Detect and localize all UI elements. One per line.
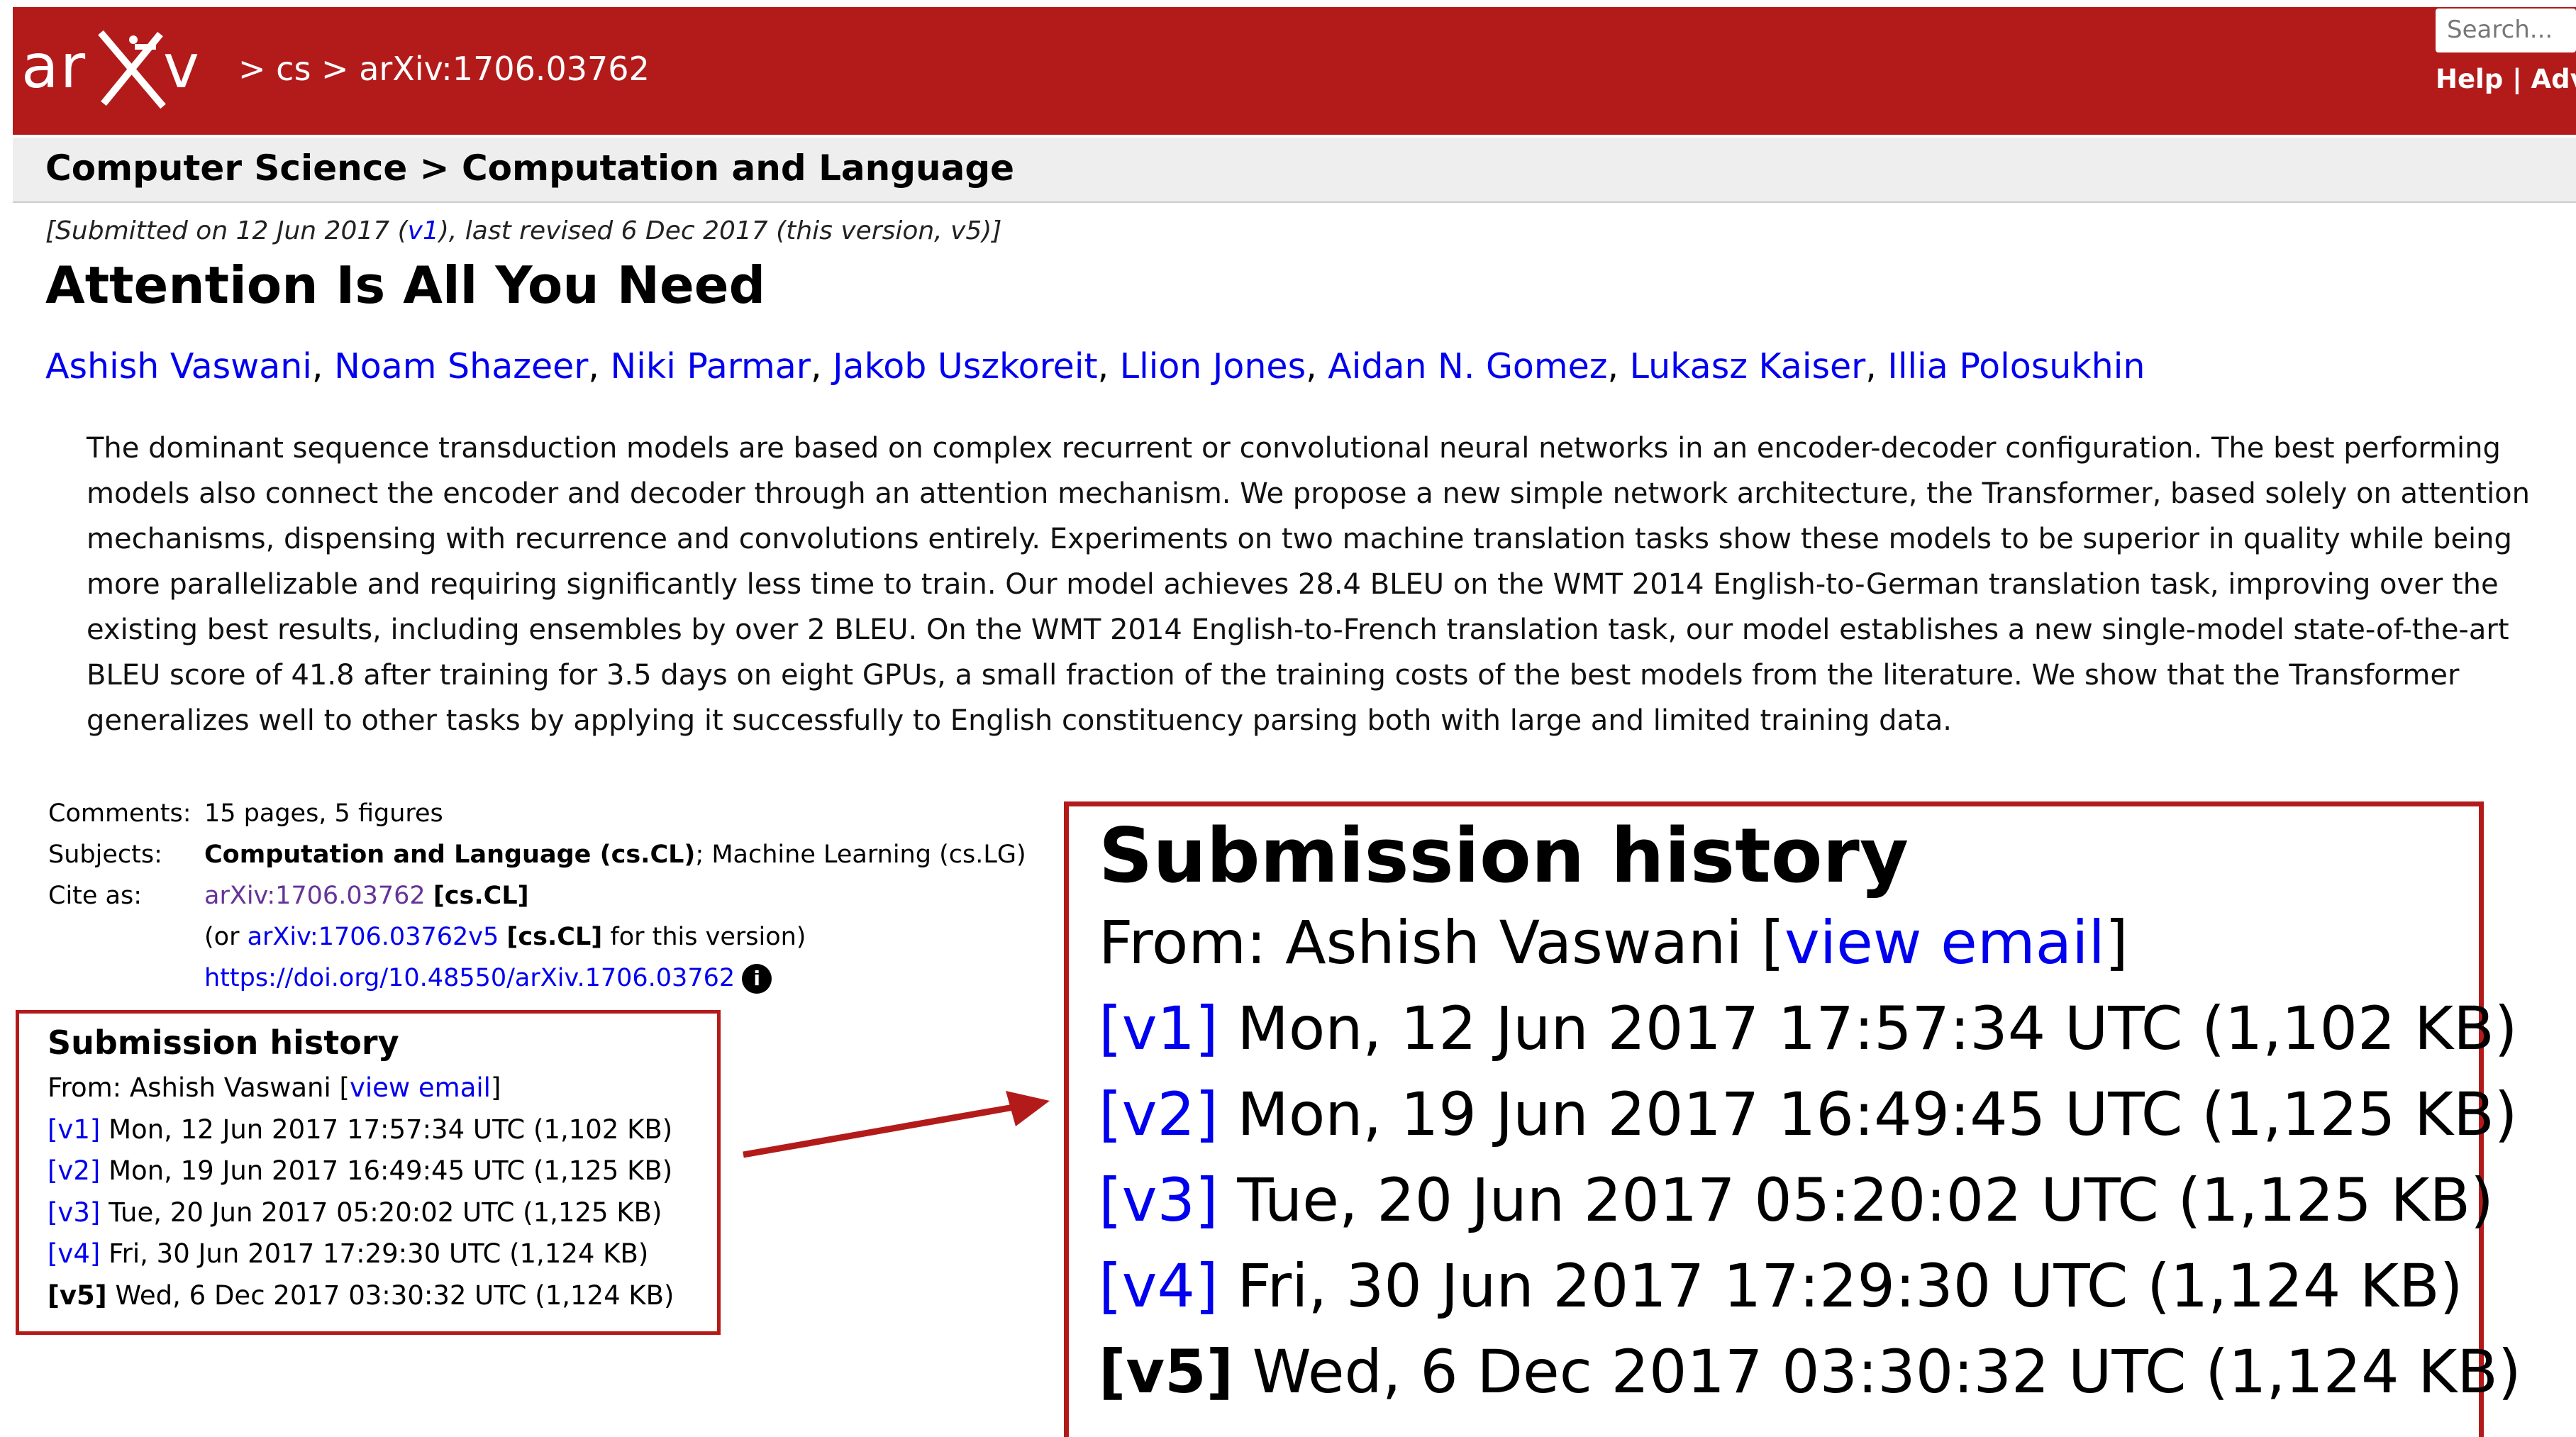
from-prefix: From: Ashish Vaswani [: [1099, 908, 1785, 977]
help-links: Help | Adva: [2436, 64, 2576, 94]
version-date: Mon, 12 Jun 2017 17:57:34 UTC (1,102 KB): [100, 1114, 673, 1145]
primary-subject: Computation and Language (cs.CL): [204, 840, 696, 869]
cite-label: Cite as:: [48, 882, 143, 910]
version-current-v5: [v5]: [1099, 1337, 1233, 1407]
cite-version-category: [cs.CL]: [506, 923, 603, 951]
doi-link[interactable]: https://doi.org/10.48550/arXiv.1706.0376…: [204, 964, 735, 992]
version-link-v4[interactable]: [v4]: [48, 1238, 100, 1269]
author-link[interactable]: Lukasz Kaiser: [1630, 346, 1866, 387]
author-separator: ,: [1306, 346, 1328, 387]
version-date: Mon, 19 Jun 2017 16:49:45 UTC (1,125 KB): [1218, 1080, 2518, 1149]
submission-history-heading: Submission history: [48, 1023, 399, 1062]
help-link[interactable]: Help: [2436, 64, 2503, 94]
header-bar: ar v > cs > arXiv:1706.03762: [13, 7, 2576, 135]
category-breadcrumb[interactable]: Computer Science > Computation and Langu…: [45, 148, 1014, 189]
author-link[interactable]: Ashish Vaswani: [45, 346, 312, 387]
submitter-line-zoom: From: Ashish Vaswani [view email]: [1099, 900, 2479, 986]
author-separator: ,: [810, 346, 833, 387]
version-row-zoom: [v1] Mon, 12 Jun 2017 17:57:34 UTC (1,10…: [1099, 986, 2518, 1072]
cite-version-link[interactable]: arXiv:1706.03762v5: [248, 923, 499, 951]
abstract: The dominant sequence transduction model…: [87, 432, 2530, 737]
version-current-v5: [v5]: [48, 1280, 107, 1311]
author-link[interactable]: Niki Parmar: [611, 346, 811, 387]
cite-or-prefix: (or: [204, 923, 248, 951]
version-link-v2[interactable]: [v2]: [1099, 1080, 1218, 1149]
cite-version-value: (or arXiv:1706.03762v5 [cs.CL] for this …: [204, 916, 806, 958]
author-separator: ,: [311, 346, 335, 387]
cite-or-suffix: for this version): [602, 923, 806, 951]
version-row-zoom: [v5] Wed, 6 Dec 2017 03:30:32 UTC (1,124…: [1099, 1329, 2521, 1415]
category-bar: Computer Science > Computation and Langu…: [13, 138, 2576, 203]
version-date: Wed, 6 Dec 2017 03:30:32 UTC (1,124 KB): [1233, 1337, 2521, 1407]
from-prefix: From: Ashish Vaswani [: [48, 1072, 350, 1103]
version-date: Fri, 30 Jun 2017 17:29:30 UTC (1,124 KB): [100, 1238, 649, 1269]
svg-text:ar: ar: [21, 31, 87, 102]
doi-value: https://doi.org/10.48550/arXiv.1706.0376…: [204, 958, 772, 999]
version-row: [v3] Tue, 20 Jun 2017 05:20:02 UTC (1,12…: [48, 1192, 717, 1234]
cite-value: arXiv:1706.03762 [cs.CL]: [204, 875, 529, 916]
version-date: Wed, 6 Dec 2017 03:30:32 UTC (1,124 KB): [106, 1280, 674, 1311]
secondary-subject: ; Machine Learning (cs.LG): [695, 840, 1026, 869]
version-row-zoom: [v2] Mon, 19 Jun 2017 16:49:45 UTC (1,12…: [1099, 1072, 2518, 1158]
author-link[interactable]: Illia Polosukhin: [1887, 346, 2145, 387]
svg-text:v: v: [163, 31, 199, 102]
version-link-v3[interactable]: [v3]: [48, 1197, 100, 1228]
author-link[interactable]: Aidan N. Gomez: [1328, 346, 1607, 387]
version-link-v3[interactable]: [v3]: [1099, 1165, 1218, 1235]
version-row-zoom: [v3] Tue, 20 Jun 2017 05:20:02 UTC (1,12…: [1099, 1158, 2494, 1243]
subjects-value: Computation and Language (cs.CL); Machin…: [204, 834, 1026, 875]
search-input[interactable]: Search...: [2436, 9, 2576, 52]
submission-history-box: Submission history From: Ashish Vaswani …: [16, 1010, 721, 1335]
version-row: [v4] Fri, 30 Jun 2017 17:29:30 UTC (1,12…: [48, 1233, 717, 1275]
view-email-link[interactable]: view email: [350, 1072, 491, 1103]
version-date: Mon, 12 Jun 2017 17:57:34 UTC (1,102 KB): [1218, 994, 2518, 1063]
dateline-suffix: ), last revised 6 Dec 2017 (this version…: [438, 216, 1002, 245]
submission-history-zoom: Submission history From: Ashish Vaswani …: [1064, 801, 2521, 1437]
dateline-v1-link[interactable]: v1: [408, 216, 439, 245]
cite-category: [cs.CL]: [433, 882, 529, 910]
author-separator: ,: [588, 346, 611, 387]
comments-label: Comments:: [48, 799, 191, 828]
breadcrumb[interactable]: > cs > arXiv:1706.03762: [238, 50, 650, 88]
author-separator: ,: [1097, 346, 1120, 387]
from-suffix: ]: [2104, 908, 2128, 977]
version-date: Tue, 20 Jun 2017 05:20:02 UTC (1,125 KB): [100, 1197, 662, 1228]
version-row: [v1] Mon, 12 Jun 2017 17:57:34 UTC (1,10…: [48, 1109, 717, 1151]
subjects-label: Subjects:: [48, 840, 162, 869]
from-suffix: ]: [490, 1072, 501, 1103]
submitter-line: From: Ashish Vaswani [view email]: [48, 1067, 717, 1109]
author-link[interactable]: Jakob Uszkoreit: [833, 346, 1098, 387]
version-link-v4[interactable]: [v4]: [1099, 1251, 1218, 1321]
version-link-v1[interactable]: [v1]: [1099, 994, 1218, 1063]
author-link[interactable]: Noam Shazeer: [334, 346, 588, 387]
version-row: [v2] Mon, 19 Jun 2017 16:49:45 UTC (1,12…: [48, 1150, 717, 1192]
version-date: Fri, 30 Jun 2017 17:29:30 UTC (1,124 KB): [1218, 1251, 2463, 1321]
version-link-v2[interactable]: [v2]: [48, 1155, 100, 1186]
paper-title: Attention Is All You Need: [45, 255, 766, 315]
author-link[interactable]: Llion Jones: [1120, 346, 1306, 387]
version-link-v1[interactable]: [v1]: [48, 1114, 100, 1145]
author-list: Ashish Vaswani, Noam Shazeer, Niki Parma…: [45, 346, 2145, 387]
author-separator: ,: [1607, 346, 1630, 387]
submission-dateline: [Submitted on 12 Jun 2017 (v1), last rev…: [45, 216, 1001, 245]
submission-history-heading-zoom: Submission history: [1099, 812, 1909, 899]
dateline-prefix: [Submitted on 12 Jun 2017 (: [45, 216, 408, 245]
comments-value: 15 pages, 5 figures: [204, 799, 443, 828]
link-separator: |: [2512, 64, 2522, 94]
author-separator: ,: [1865, 346, 1888, 387]
advanced-search-link[interactable]: Adva: [2531, 64, 2576, 94]
arrow-icon: [743, 1091, 1050, 1158]
version-row-zoom: [v4] Fri, 30 Jun 2017 17:29:30 UTC (1,12…: [1099, 1243, 2479, 1329]
arxiv-logo[interactable]: ar v: [21, 20, 227, 119]
view-email-link[interactable]: view email: [1784, 908, 2105, 977]
version-date: Tue, 20 Jun 2017 05:20:02 UTC (1,125 KB): [1218, 1165, 2494, 1235]
cite-id-link[interactable]: arXiv:1706.03762: [204, 882, 426, 910]
version-row: [v5] Wed, 6 Dec 2017 03:30:32 UTC (1,124…: [48, 1275, 717, 1317]
version-date: Mon, 19 Jun 2017 16:49:45 UTC (1,125 KB): [100, 1155, 673, 1186]
info-icon[interactable]: i: [742, 964, 772, 994]
